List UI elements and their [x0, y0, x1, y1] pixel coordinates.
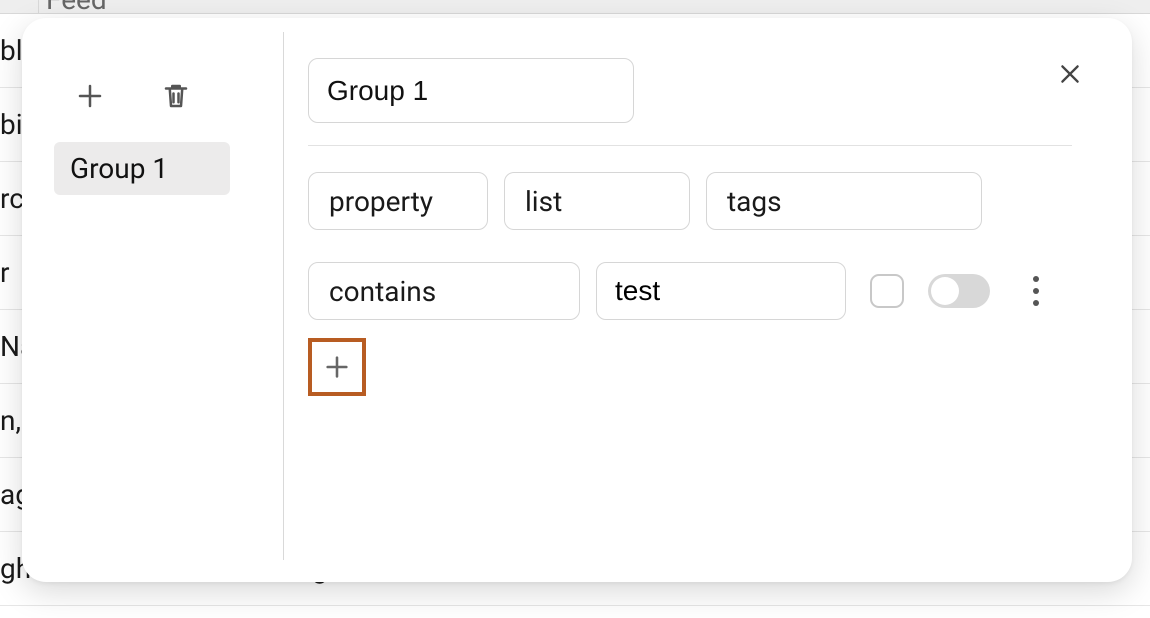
cell: n, [0, 404, 21, 437]
divider [308, 145, 1072, 146]
operator-value: contains [329, 275, 436, 308]
plus-icon [323, 353, 351, 381]
property-select[interactable]: tags [706, 172, 982, 230]
value-input[interactable] [596, 262, 846, 320]
sidebar: Group 1 [22, 32, 284, 560]
group-name-row [308, 58, 1072, 123]
add-group-button[interactable] [70, 76, 110, 116]
background-header: Feed [0, 0, 1150, 14]
dot-icon [1033, 300, 1039, 306]
sidebar-item-group[interactable]: Group 1 [54, 142, 230, 195]
field-type-value: property [329, 185, 433, 218]
dot-icon [1033, 276, 1039, 282]
main-panel: property list tags contains [284, 18, 1132, 582]
rule-more-button[interactable] [1018, 271, 1054, 311]
rule-toggle[interactable] [928, 274, 990, 308]
rule-row: property list tags contains [308, 172, 1072, 320]
column-divider [38, 0, 39, 14]
sidebar-item-label: Group 1 [70, 152, 168, 185]
groups-dialog: Group 1 property list tags contains [22, 18, 1132, 582]
cell: bi [0, 108, 23, 141]
dot-icon [1033, 288, 1039, 294]
add-rule-button[interactable] [308, 338, 366, 396]
operator-select[interactable]: contains [308, 262, 580, 320]
cell: rc [0, 182, 24, 215]
property-value: tags [727, 185, 782, 218]
column-header-feed: Feed [46, 0, 107, 14]
sidebar-toolbar [70, 76, 261, 116]
rule-checkbox[interactable] [870, 274, 904, 308]
toggle-knob [931, 277, 959, 305]
field-type-select[interactable]: property [308, 172, 488, 230]
trash-icon [161, 81, 191, 111]
group-name-input[interactable] [308, 58, 634, 123]
delete-group-button[interactable] [156, 76, 196, 116]
plus-icon [75, 81, 105, 111]
list-select[interactable]: list [504, 172, 690, 230]
list-value: list [525, 185, 562, 218]
cell: r [0, 256, 10, 289]
